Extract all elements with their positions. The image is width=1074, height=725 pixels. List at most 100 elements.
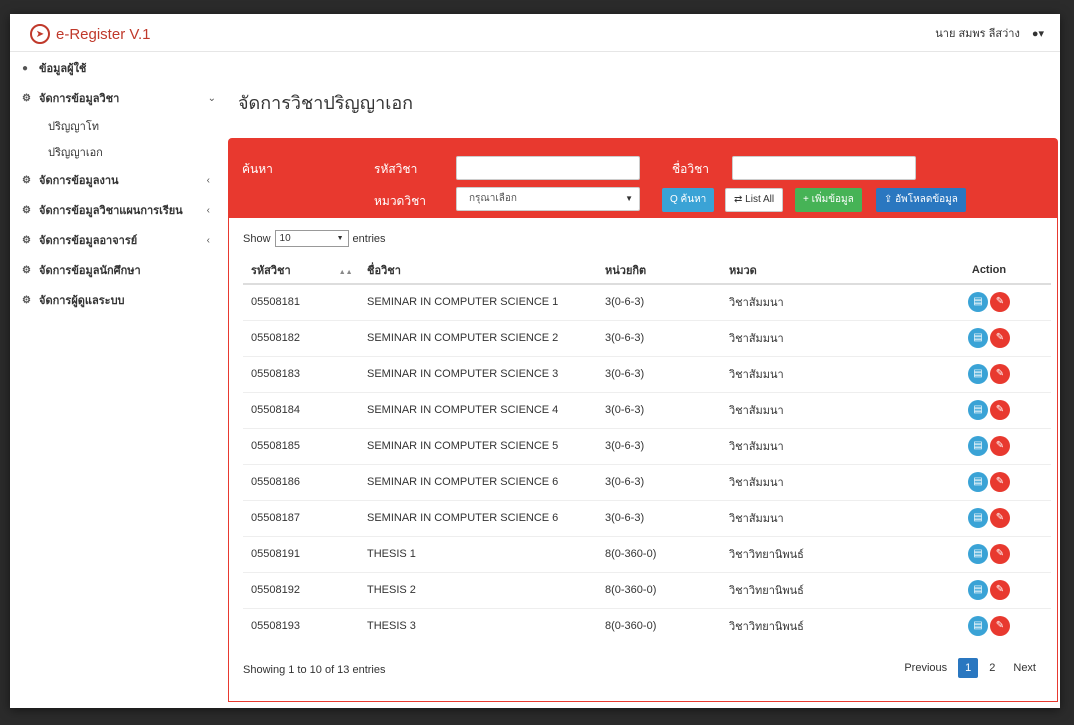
pagination-previous[interactable]: Previous xyxy=(897,658,954,678)
user-icon[interactable]: ●▾ xyxy=(1032,27,1044,40)
pagination: Previous 1 2 Next xyxy=(897,658,1043,678)
pagination-next[interactable]: Next xyxy=(1006,658,1043,678)
header-credit[interactable]: หน่วยกิต xyxy=(605,256,729,285)
user-menu[interactable]: นาย สมพร ลีสว่าง ●▾ xyxy=(935,24,1044,42)
cell-code: 05508184 xyxy=(243,391,367,428)
table-header-row: รหัสวิชา ▲▲ ชื่อวิชา หน่วยกิต หมวด Action xyxy=(243,256,1051,285)
search-panel: ค้นหา รหัสวิชา ชื่อวิชา หมวดวิชา กรุณาเล… xyxy=(228,138,1058,218)
pagination-page-2[interactable]: 2 xyxy=(982,658,1002,678)
brand-title: e-Register V.1 xyxy=(56,25,151,43)
courses-table: รหัสวิชา ▲▲ ชื่อวิชา หน่วยกิต หมวด Action… xyxy=(243,256,1051,644)
add-button[interactable]: + เพิ่มข้อมูล xyxy=(795,188,862,212)
category-select-value: กรุณาเลือก xyxy=(469,193,517,204)
cell-action: ▤ ✎ xyxy=(927,499,1051,536)
cell-code: 05508192 xyxy=(243,571,367,608)
search-button[interactable]: Q ค้นหา xyxy=(662,188,715,212)
header-category[interactable]: หมวด xyxy=(729,256,927,285)
pencil-icon[interactable]: ✎ xyxy=(990,436,1010,456)
pencil-icon[interactable]: ✎ xyxy=(990,616,1010,637)
header-code[interactable]: รหัสวิชา ▲▲ xyxy=(243,256,367,285)
sidebar-item-study-plan[interactable]: ⚙ จัดการข้อมูลวิชาแผนการเรียน ‹ xyxy=(10,196,210,226)
sidebar-subitem-masters[interactable]: ปริญญาโท xyxy=(10,114,210,140)
user-name: นาย สมพร ลีสว่าง xyxy=(935,28,1020,40)
sidebar-subitem-doctoral[interactable]: ปริญญาเอก xyxy=(10,140,210,166)
gears-icon: ⚙ xyxy=(22,205,31,216)
category-select[interactable]: กรุณาเลือก ▼ xyxy=(456,187,640,211)
cell-action: ▤ ✎ xyxy=(927,319,1051,356)
view-icon[interactable]: ▤ xyxy=(968,472,988,492)
top-navbar: ➤ e-Register V.1 นาย สมพร ลีสว่าง ●▾ xyxy=(10,14,1060,52)
cell-category: วิชาสัมมนา xyxy=(729,283,927,320)
pencil-icon[interactable]: ✎ xyxy=(990,472,1010,492)
brand[interactable]: ➤ e-Register V.1 xyxy=(30,24,151,44)
header-name[interactable]: ชื่อวิชา xyxy=(367,256,605,285)
cell-code: 05508182 xyxy=(243,319,367,356)
sidebar-item-courses[interactable]: ⚙ จัดการข้อมูลวิชา ⌄ xyxy=(10,84,216,114)
table-info: Showing 1 to 10 of 13 entries xyxy=(243,664,386,676)
pencil-icon[interactable]: ✎ xyxy=(990,400,1010,420)
caret-down-icon: ▼ xyxy=(625,194,633,203)
view-icon[interactable]: ▤ xyxy=(968,400,988,420)
cell-action: ▤ ✎ xyxy=(927,607,1051,644)
view-icon[interactable]: ▤ xyxy=(968,364,988,384)
cell-action: ▤ ✎ xyxy=(927,391,1051,428)
pencil-icon[interactable]: ✎ xyxy=(990,508,1010,528)
cell-action: ▤ ✎ xyxy=(927,355,1051,392)
list-all-button[interactable]: ⇄ List All xyxy=(725,188,784,212)
sidebar-item-students[interactable]: ⚙ จัดการข้อมูลนักศึกษา xyxy=(10,256,210,286)
show-label: Show xyxy=(243,232,271,245)
gears-icon: ⚙ xyxy=(22,93,31,104)
sidebar-item-label: จัดการข้อมูลงาน xyxy=(39,175,119,187)
cell-name: THESIS 3 xyxy=(367,607,605,644)
view-icon[interactable]: ▤ xyxy=(968,616,988,637)
gears-icon: ⚙ xyxy=(22,235,31,246)
view-icon[interactable]: ▤ xyxy=(968,436,988,456)
table-panel: Show 10 ▼ entries รหัสวิชา ▲▲ ชื่อวิชา หน… xyxy=(228,218,1058,702)
cell-category: วิชาวิทยานิพนธ์ xyxy=(729,571,927,608)
view-icon[interactable]: ▤ xyxy=(968,292,988,313)
sort-asc-icon: ▲▲ xyxy=(338,268,353,276)
code-input[interactable] xyxy=(456,156,640,180)
view-icon[interactable]: ▤ xyxy=(968,508,988,528)
name-input[interactable] xyxy=(732,156,916,180)
cell-category: วิชาสัมมนา xyxy=(729,463,927,500)
table-row: 05508193 THESIS 3 8(0-360-0) วิชาวิทยานิ… xyxy=(243,607,1051,644)
table-row: 05508191 THESIS 1 8(0-360-0) วิชาวิทยานิ… xyxy=(243,535,1051,572)
pencil-icon[interactable]: ✎ xyxy=(990,328,1010,348)
pagination-page-1[interactable]: 1 xyxy=(958,658,979,678)
cell-name: SEMINAR IN COMPUTER SCIENCE 6 xyxy=(367,499,605,536)
pencil-icon[interactable]: ✎ xyxy=(990,544,1010,564)
cell-credit: 3(0-6-3) xyxy=(605,499,729,536)
view-icon[interactable]: ▤ xyxy=(968,580,988,600)
view-icon[interactable]: ▤ xyxy=(968,328,988,348)
sidebar-item-users[interactable]: ● ข้อมูลผู้ใช้ xyxy=(10,54,210,84)
cell-credit: 8(0-360-0) xyxy=(605,535,729,572)
cell-category: วิชาสัมมนา xyxy=(729,355,927,392)
table-row: 05508184 SEMINAR IN COMPUTER SCIENCE 4 3… xyxy=(243,391,1051,428)
table-row: 05508187 SEMINAR IN COMPUTER SCIENCE 6 3… xyxy=(243,499,1051,536)
pencil-icon[interactable]: ✎ xyxy=(990,580,1010,600)
cell-action: ▤ ✎ xyxy=(927,535,1051,572)
cell-category: วิชาสัมมนา xyxy=(729,427,927,464)
cell-credit: 3(0-6-3) xyxy=(605,427,729,464)
page-length-select[interactable]: 10 ▼ xyxy=(274,230,349,247)
cell-credit: 3(0-6-3) xyxy=(605,463,729,500)
sidebar-item-teachers[interactable]: ⚙ จัดการข้อมูลอาจารย์ ‹ xyxy=(10,226,210,256)
view-icon[interactable]: ▤ xyxy=(968,544,988,564)
cell-credit: 3(0-6-3) xyxy=(605,283,729,320)
cell-action: ▤ ✎ xyxy=(927,463,1051,500)
cell-category: วิชาวิทยานิพนธ์ xyxy=(729,535,927,572)
pencil-icon[interactable]: ✎ xyxy=(990,292,1010,313)
table-row: 05508181 SEMINAR IN COMPUTER SCIENCE 1 3… xyxy=(243,283,1051,320)
cell-category: วิชาสัมมนา xyxy=(729,319,927,356)
category-label: หมวดวิชา xyxy=(374,194,426,208)
sidebar-item-admins[interactable]: ⚙ จัดการผู้ดูแลระบบ xyxy=(10,286,210,316)
cell-name: SEMINAR IN COMPUTER SCIENCE 6 xyxy=(367,463,605,500)
sidebar-item-label: จัดการผู้ดูแลระบบ xyxy=(39,295,125,307)
chevron-left-icon: ‹ xyxy=(206,235,210,246)
cell-action: ▤ ✎ xyxy=(927,427,1051,464)
sidebar-item-jobs[interactable]: ⚙ จัดการข้อมูลงาน ‹ xyxy=(10,166,210,196)
pencil-icon[interactable]: ✎ xyxy=(990,364,1010,384)
users-icon: ● xyxy=(22,63,29,74)
upload-button[interactable]: ⇪ อัพโหลดข้อมูล xyxy=(876,188,966,212)
